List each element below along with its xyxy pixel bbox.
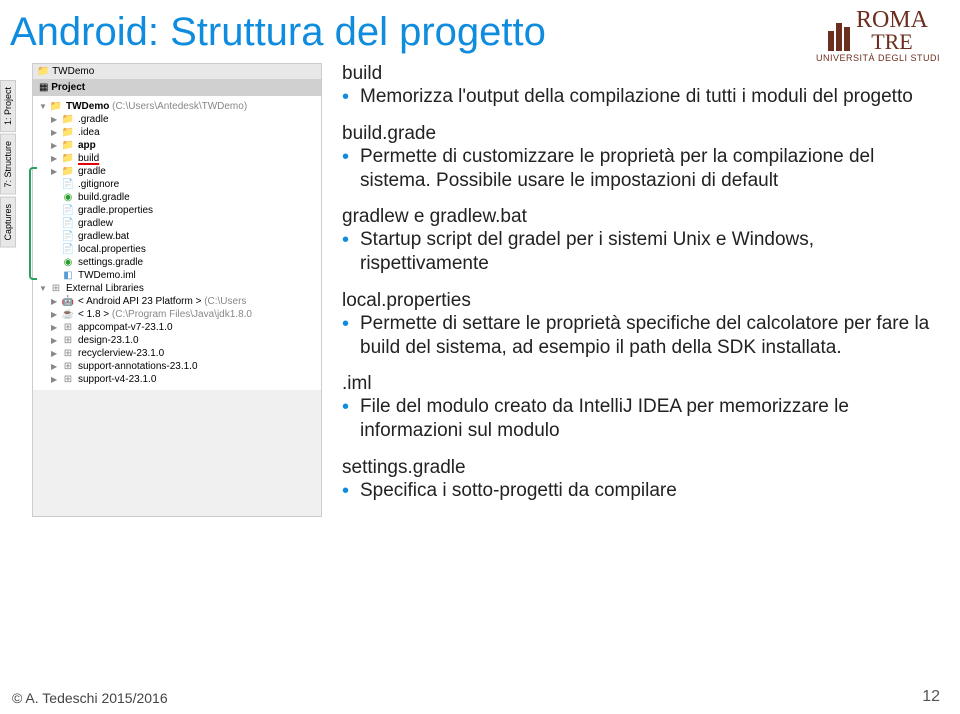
tree-item[interactable]: build.gradle <box>78 192 130 203</box>
project-tree: ▼📁TWDemo (C:\Users\Antedesk\TWDemo) ▶📁.g… <box>33 96 321 390</box>
sidetab-captures[interactable]: Captures <box>0 197 16 248</box>
section-bullet: Permette di customizzare le proprietà pe… <box>342 145 930 193</box>
ide-project-label: Project <box>51 82 85 93</box>
tree-item[interactable]: design-23.1.0 <box>78 335 139 346</box>
lib-icon: ⊞ <box>61 322 75 333</box>
ide-sidetabs: 1: Project 7: Structure Captures <box>0 80 18 249</box>
file-icon: 📄 <box>61 218 75 229</box>
folder-icon: 📁 <box>61 140 75 151</box>
gradle-icon: ◉ <box>61 192 75 203</box>
tree-item[interactable]: .idea <box>78 127 100 138</box>
tree-item-build[interactable]: build <box>78 153 99 164</box>
brace-icon <box>29 167 37 280</box>
section-bullet: Specifica i sotto-progetti da compilare <box>342 479 930 503</box>
folder-icon: 📁 <box>61 166 75 177</box>
tree-item[interactable]: support-v4-23.1.0 <box>78 374 156 385</box>
lib-icon: ⊞ <box>61 374 75 385</box>
sidetab-project[interactable]: 1: Project <box>0 80 16 132</box>
tree-item[interactable]: .gitignore <box>78 179 119 190</box>
tree-item[interactable]: < Android API 23 Platform > <box>78 296 201 307</box>
section-title-localprops: local.properties <box>342 290 930 312</box>
lib-icon: ⊞ <box>61 335 75 346</box>
android-icon: 🤖 <box>61 296 75 307</box>
tree-item[interactable]: gradle <box>78 166 106 177</box>
folder-icon: 📁 <box>61 127 75 138</box>
lib-icon: ⊞ <box>61 348 75 359</box>
logo-subtitle: UNIVERSITÀ DEGLI STUDI <box>816 53 940 63</box>
section-bullet: File del modulo creato da IntelliJ IDEA … <box>342 395 930 443</box>
jdk-icon: ☕ <box>61 309 75 320</box>
libraries-icon: ⊞ <box>49 283 63 294</box>
section-bullet: Startup script del gradel per i sistemi … <box>342 228 930 276</box>
slide-text-column: build Memorizza l'output della compilazi… <box>322 63 960 517</box>
tree-item[interactable]: TWDemo.iml <box>78 270 136 281</box>
page-number: 12 <box>922 688 940 706</box>
tree-item[interactable]: recyclerview-23.1.0 <box>78 348 164 359</box>
tree-item[interactable]: appcompat-v7-23.1.0 <box>78 322 173 333</box>
tree-item[interactable]: < 1.8 > <box>78 309 109 320</box>
section-title-build: build <box>342 63 930 85</box>
tree-item[interactable]: gradlew.bat <box>78 231 129 242</box>
lib-icon: ⊞ <box>61 361 75 372</box>
tree-item-app[interactable]: app <box>78 140 96 151</box>
university-logo: ROMA TRE UNIVERSITÀ DEGLI STUDI <box>816 10 940 63</box>
tree-item[interactable]: local.properties <box>78 244 146 255</box>
tree-root[interactable]: TWDemo <box>66 101 109 112</box>
tree-item-extlibs[interactable]: External Libraries <box>66 283 144 294</box>
folder-icon: 📁 <box>37 66 49 77</box>
tree-item[interactable]: .gradle <box>78 114 109 125</box>
section-bullet: Memorizza l'output della compilazione di… <box>342 85 930 109</box>
section-title-iml: .iml <box>342 373 930 395</box>
tree-root-path: (C:\Users\Antedesk\TWDemo) <box>112 101 247 112</box>
file-icon: 📄 <box>61 231 75 242</box>
ide-tab-label[interactable]: TWDemo <box>52 66 94 77</box>
file-icon: 📄 <box>61 244 75 255</box>
tree-item[interactable]: support-annotations-23.1.0 <box>78 361 198 372</box>
ide-panel: 📁 TWDemo ▦ Project ▼📁TWDemo (C:\Users\An… <box>32 63 322 517</box>
section-title-settings: settings.gradle <box>342 457 930 479</box>
sidetab-structure[interactable]: 7: Structure <box>0 134 16 195</box>
logo-suffix: TRE <box>856 32 928 52</box>
tree-item[interactable]: gradlew <box>78 218 113 229</box>
tree-item[interactable]: settings.gradle <box>78 257 143 268</box>
folder-icon: 📁 <box>49 101 63 112</box>
file-icon: 📄 <box>61 179 75 190</box>
iml-icon: ◧ <box>61 270 75 281</box>
section-title-gradlew: gradlew e gradlew.bat <box>342 206 930 228</box>
file-icon: 📄 <box>61 205 75 216</box>
folder-icon: 📁 <box>61 114 75 125</box>
folder-icon: 📁 <box>61 153 75 164</box>
section-title-buildgrade: build.grade <box>342 123 930 145</box>
logo-bars-icon <box>828 23 850 51</box>
gradle-icon: ◉ <box>61 257 75 268</box>
tree-item[interactable]: gradle.properties <box>78 205 153 216</box>
section-bullet: Permette di settare le proprietà specifi… <box>342 312 930 360</box>
footer-copyright: © A. Tedeschi 2015/2016 <box>12 690 168 706</box>
project-icon: ▦ <box>39 82 48 93</box>
